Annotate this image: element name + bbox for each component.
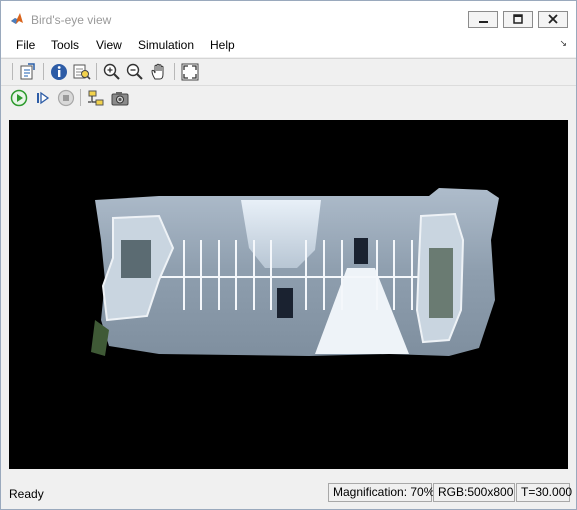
zoom-in-icon [103,63,120,80]
zoom-in-button[interactable] [102,62,122,82]
signal-selection-button[interactable] [86,88,106,108]
snapshot-button[interactable] [110,88,130,108]
run-icon [10,89,28,107]
pan-button[interactable] [149,62,169,82]
toolbar-separator [12,63,13,80]
application-window: Bird's-eye view File Tools View Simulati… [0,0,577,510]
birds-eye-image [91,188,499,356]
menu-help[interactable]: Help [210,38,235,52]
zoom-out-icon [126,63,143,80]
menu-simulation[interactable]: Simulation [138,38,194,52]
title-bar[interactable]: Bird's-eye view [1,1,576,33]
menu-bar: File Tools View Simulation Help ↘ [1,33,576,57]
toolbar-separator [43,63,44,80]
window-title: Bird's-eye view [31,13,112,27]
fit-to-view-button[interactable] [180,62,200,82]
maximize-icon [513,14,523,24]
image-info-field: RGB:500x800 [433,483,515,502]
minimize-button[interactable] [468,11,498,28]
step-forward-button[interactable] [33,88,53,108]
open-button[interactable] [18,62,38,82]
toolbar-separator [80,89,81,106]
inspect-button[interactable] [72,62,92,82]
dock-arrow-icon[interactable]: ↘ [559,38,567,49]
time-field: T=30.000 [516,483,572,502]
toolbar-simulation [1,85,576,110]
fit-to-view-icon [181,63,199,81]
close-icon [548,14,558,24]
close-button[interactable] [538,11,568,28]
step-forward-icon [37,91,50,105]
toolbar-separator [174,63,175,80]
info-icon [51,64,67,80]
minimize-icon [479,21,488,23]
zoom-out-button[interactable] [125,62,145,82]
magnification-field: Magnification: 70% [328,483,434,502]
run-button[interactable] [9,88,29,108]
menu-tools[interactable]: Tools [51,38,79,52]
toolbar-main [1,58,576,85]
info-button[interactable] [49,62,69,82]
menu-file[interactable]: File [16,38,35,52]
stop-icon [57,89,75,107]
pan-hand-icon [151,63,164,80]
menu-view[interactable]: View [96,38,122,52]
snapshot-icon [111,92,129,106]
signal-selection-icon [88,90,104,106]
status-text: Ready [9,487,44,501]
stop-button[interactable] [56,88,76,108]
matlab-icon [11,13,23,24]
toolbar-separator [96,63,97,80]
maximize-button[interactable] [503,11,533,28]
inspect-icon [73,64,91,80]
status-bar: Ready Magnification: 70% RGB:500x800 T=3… [1,480,576,509]
image-viewport[interactable] [9,120,568,469]
open-icon [20,63,35,80]
